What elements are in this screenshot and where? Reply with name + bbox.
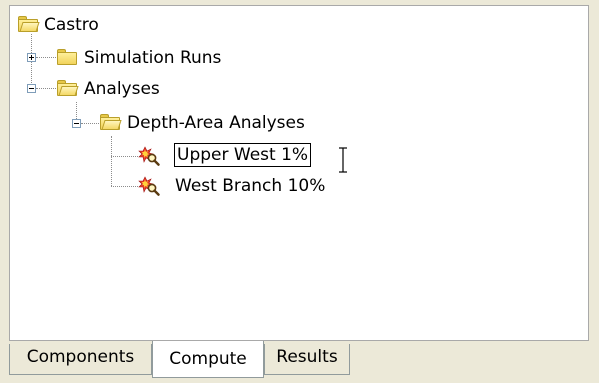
tree-line <box>36 57 56 58</box>
tree-line <box>111 136 112 186</box>
folder-open-icon <box>57 80 79 97</box>
tab-strip: Components Compute Results <box>9 341 589 383</box>
analysis-icon <box>138 176 160 196</box>
tab-label: Results <box>276 347 338 367</box>
tree-node-label: Simulation Runs <box>84 48 222 68</box>
folder-open-icon <box>100 114 122 131</box>
tree-line <box>81 123 99 124</box>
tree-line <box>36 88 56 89</box>
folder-open-icon <box>18 16 40 33</box>
collapse-minus-icon[interactable] <box>27 84 36 93</box>
tab-compute[interactable]: Compute <box>152 341 264 378</box>
tree-node-label: West Branch 10% <box>175 176 326 196</box>
tab-label: Components <box>26 347 135 367</box>
tree-node-analyses[interactable]: Analyses <box>56 76 256 104</box>
expand-plus-icon[interactable] <box>27 53 36 62</box>
tree-line <box>111 186 138 187</box>
tab-components[interactable]: Components <box>9 344 152 375</box>
collapse-minus-icon[interactable] <box>72 119 81 128</box>
tree-node-castro[interactable]: Castro <box>14 14 214 42</box>
tree-node-west-branch[interactable]: West Branch 10% <box>138 173 368 201</box>
tab-results[interactable]: Results <box>264 344 350 375</box>
analysis-icon <box>138 146 160 166</box>
tree-node-label: Castro <box>44 15 99 35</box>
tree-node-label: Upper West 1% <box>174 143 312 167</box>
tree-node-simulation-runs[interactable]: Simulation Runs <box>56 45 296 73</box>
folder-icon <box>57 49 77 66</box>
tab-label: Compute <box>169 349 247 369</box>
tree-node-label: Analyses <box>84 79 160 99</box>
tree-node-upper-west[interactable]: Upper West 1% <box>138 143 368 173</box>
tree-node-depth-area-analyses[interactable]: Depth-Area Analyses <box>99 110 379 138</box>
tree-line <box>76 102 77 119</box>
tree-node-label: Depth-Area Analyses <box>127 113 305 133</box>
tree-line <box>111 156 138 157</box>
text-cursor-icon <box>339 147 347 173</box>
watershed-tree-panel: Castro Simulation Runs Analyses Depth-Ar… <box>9 5 589 341</box>
